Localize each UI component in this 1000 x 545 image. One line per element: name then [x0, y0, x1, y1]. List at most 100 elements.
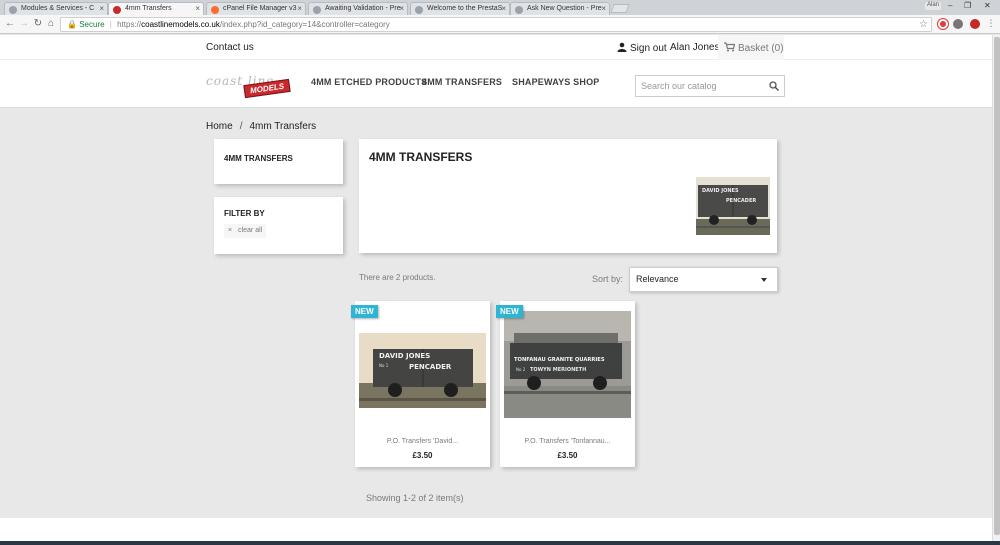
tab-title: cPanel File Manager v3 [223, 5, 297, 12]
product-name[interactable]: P.O. Transfers 'Tonfannau... [500, 438, 635, 445]
product-card[interactable]: NEW DAVID JONES No 1 PENCADER P.O. Trans… [351, 301, 490, 467]
back-icon[interactable]: ← [4, 18, 16, 29]
extension-icon[interactable] [953, 19, 963, 29]
search-placeholder: Search our catalog [641, 81, 717, 91]
category-thumb-text-1: DAVID JONES [702, 188, 739, 194]
sign-out-label: Sign out [630, 43, 667, 54]
browser-tab[interactable]: Modules & Services - C × [4, 2, 108, 15]
tab-favicon-icon [211, 6, 219, 14]
address-protocol: https:// [117, 20, 142, 29]
basket-button[interactable]: Basket (0) [718, 35, 784, 60]
new-badge: NEW [351, 305, 378, 318]
sort-select[interactable]: Relevance [629, 267, 778, 292]
product-price: £3.50 [412, 451, 433, 460]
tab-close-icon[interactable]: × [297, 4, 302, 13]
address-domain: coastlinemodels.co.uk [141, 20, 220, 29]
minimize-icon[interactable]: – [948, 1, 952, 10]
tab-title: Modules & Services - C [21, 5, 95, 12]
tab-favicon-icon [313, 6, 321, 14]
lock-icon: 🔒 [67, 20, 77, 29]
browser-tab[interactable]: Welcome to the PrestaS × [410, 2, 510, 15]
page-viewport: Contact us Sign out Alan Jones Basket (0… [0, 35, 992, 541]
new-tab-button[interactable] [610, 4, 630, 13]
breadcrumb-home[interactable]: Home [206, 121, 233, 132]
product-2-image-text-1: TONFANAU GRANITE QUARRIES [514, 357, 605, 363]
bookmark-star-icon[interactable]: ☆ [919, 18, 928, 31]
menu-4mm-transfers[interactable]: 4MM TRANSFERS [422, 77, 502, 87]
category-title: 4MM TRANSFERS [369, 150, 473, 164]
product-image[interactable]: DAVID JONES No 1 PENCADER [359, 311, 486, 418]
address-bar[interactable]: 🔒 Secure | https://coastlinemodels.co.uk… [60, 17, 932, 32]
sort-selected-value: Relevance [636, 274, 679, 284]
tab-favicon-icon [113, 6, 121, 14]
browser-tab-active[interactable]: 4mm Transfers × [108, 2, 204, 15]
category-header-block: 4MM TRANSFERS DAVID JONES PENCADER [359, 139, 777, 253]
home-icon[interactable]: ⌂ [45, 18, 57, 29]
site-header: coast line MODELS 4MM ETCHED PRODUCTS 4M… [0, 60, 992, 108]
record-extension-icon[interactable] [970, 19, 980, 29]
product-count: There are 2 products. [359, 273, 436, 282]
product-1-image-text-1: DAVID JONES [379, 352, 430, 360]
tab-close-icon[interactable]: × [399, 4, 404, 13]
site-logo[interactable]: coast line MODELS [206, 74, 291, 99]
tab-close-icon[interactable]: × [501, 4, 506, 13]
profile-chip[interactable]: Alan [925, 2, 942, 10]
scrollbar-thumb[interactable] [994, 37, 1000, 535]
reload-icon[interactable]: ↻ [32, 18, 44, 29]
page-scrollbar[interactable] [992, 35, 1000, 541]
wagon-illustration: DAVID JONES PENCADER [696, 177, 770, 235]
breadcrumb-separator: / [239, 121, 243, 132]
product-1-image-small: No 1 [379, 363, 389, 368]
cart-icon [724, 42, 735, 52]
address-separator: | [109, 20, 112, 29]
page-footer [0, 518, 992, 541]
opera-extension-icon[interactable] [938, 19, 948, 29]
tab-favicon-icon [515, 6, 523, 14]
product-2-image-text-2: TOWYN MERIONETH [530, 367, 586, 373]
tab-title: Awaiting Validation - Pre [325, 5, 401, 12]
chevron-down-icon [761, 278, 767, 282]
tab-close-icon[interactable]: × [195, 4, 200, 13]
clear-all-filters-button[interactable]: × clear all [224, 224, 267, 238]
menu-4mm-etched-products[interactable]: 4MM ETCHED PRODUCTS [311, 77, 427, 87]
breadcrumb-current[interactable]: 4mm Transfers [249, 121, 316, 132]
browser-tab[interactable]: cPanel File Manager v3 × [206, 2, 306, 15]
product-card[interactable]: NEW TONFANAU GRANITE QUARRIES TOWYN MERI… [496, 301, 635, 467]
forward-icon[interactable]: → [18, 18, 30, 29]
browser-tabstrip: Modules & Services - C × 4mm Transfers ×… [0, 0, 1000, 15]
basket-label: Basket (0) [738, 43, 784, 54]
tab-favicon-icon [415, 6, 423, 14]
tab-favicon-icon [9, 6, 17, 14]
new-badge: NEW [496, 305, 523, 318]
clear-icon: × [228, 227, 233, 234]
tab-close-icon[interactable]: × [601, 4, 606, 13]
top-navigation: Contact us Sign out Alan Jones Basket (0… [0, 35, 992, 60]
maximize-icon[interactable]: ❐ [964, 1, 971, 10]
browser-tab[interactable]: Ask New Question - Pre × [510, 2, 610, 15]
category-thumb-text-2: PENCADER [726, 198, 756, 204]
os-taskbar [0, 541, 1000, 545]
window-close-icon[interactable]: ✕ [984, 1, 991, 10]
account-name[interactable]: Alan Jones [670, 42, 719, 53]
product-image[interactable]: TONFANAU GRANITE QUARRIES TOWYN MERIONET… [504, 311, 631, 418]
tab-title: Ask New Question - Pre [527, 5, 602, 12]
product-2-image-small: No 2 [516, 367, 526, 372]
search-icon[interactable] [769, 81, 779, 91]
product-name[interactable]: P.O. Transfers 'David... [355, 438, 490, 445]
contact-us-link[interactable]: Contact us [206, 42, 254, 53]
sign-out-link[interactable]: Sign out [617, 42, 667, 54]
search-input[interactable]: Search our catalog [635, 75, 785, 97]
tab-title: 4mm Transfers [125, 5, 172, 12]
product-1-image-text-2: PENCADER [409, 363, 452, 371]
menu-kebab-icon[interactable]: ⋮ [985, 18, 997, 29]
clear-all-label: clear all [238, 227, 263, 234]
category-tree-title[interactable]: 4MM TRANSFERS [224, 154, 293, 163]
user-icon [617, 42, 627, 52]
address-path: /index.php?id_category=14&controller=cat… [219, 20, 390, 29]
tab-close-icon[interactable]: × [99, 4, 104, 13]
menu-shapeways-shop[interactable]: SHAPEWAYS SHOP [512, 77, 600, 87]
secure-label: Secure [79, 20, 105, 29]
product-price: £3.50 [557, 451, 578, 460]
category-tree-block: 4MM TRANSFERS [214, 139, 343, 184]
browser-tab[interactable]: Awaiting Validation - Pre × [308, 2, 408, 15]
